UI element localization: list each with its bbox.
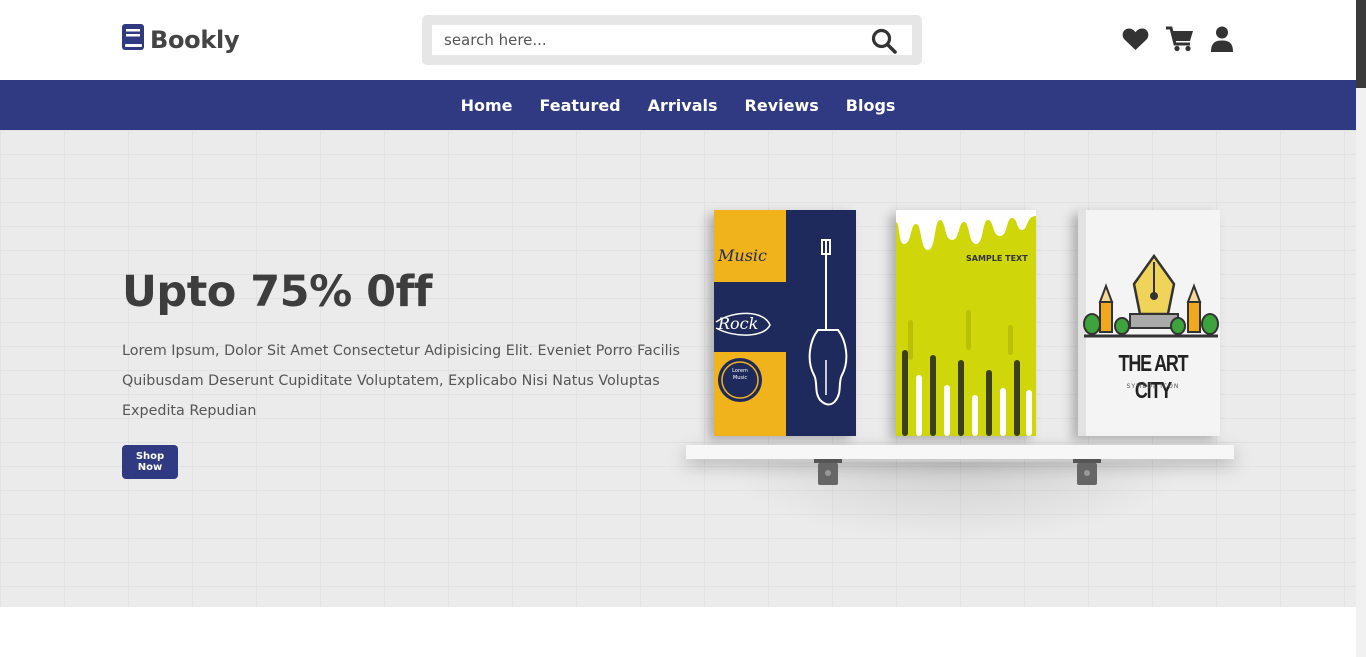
book-cover-music[interactable]: Music Rock Lorem Music [714, 210, 856, 436]
book-cover-sample[interactable]: SAMPLE TEXT [896, 210, 1036, 436]
scrollbar-thumb[interactable] [1356, 0, 1366, 88]
nav-item-featured[interactable]: Featured [539, 96, 620, 115]
user-icon[interactable] [1211, 26, 1233, 52]
nav-item-home[interactable]: Home [461, 96, 513, 115]
book-label-lorem-music: Lorem Music [732, 368, 748, 381]
book-label-rock: Rock [718, 314, 759, 333]
search-form [422, 15, 922, 65]
hero-description: Lorem Ipsum, Dolor Sit Amet Consectetur … [122, 343, 680, 419]
shelf-board [686, 445, 1234, 459]
header: Bookly [0, 0, 1356, 80]
brand-name: Bookly [150, 26, 240, 54]
hero-banner: Upto 75% 0ff Lorem Ipsum, Dolor Sit Amet… [0, 130, 1356, 607]
scrollbar[interactable] [1356, 0, 1366, 657]
book-label-symbol-icon: SYMBOL ICON [1126, 383, 1180, 390]
book-label-the-art-city: THE ART CITY [1118, 350, 1189, 403]
search-icon[interactable] [870, 27, 898, 55]
book-shelf: Music Rock Lorem Music SAMPLE TEXT THE A… [680, 200, 1240, 560]
shelf-bracket-icon [814, 459, 842, 485]
search-input[interactable] [432, 25, 912, 55]
book-cover-art-city[interactable]: THE ART CITY SYMBOL ICON [1078, 210, 1220, 436]
heart-icon[interactable] [1122, 27, 1149, 51]
logo[interactable]: Bookly [122, 24, 240, 56]
nav-item-blogs[interactable]: Blogs [846, 96, 896, 115]
shop-now-button[interactable]: Shop Now [122, 445, 178, 479]
shelf-bracket-icon [1073, 459, 1101, 485]
book-icon [122, 24, 144, 56]
shelf-shadow [720, 462, 1190, 542]
nav-item-reviews[interactable]: Reviews [745, 96, 819, 115]
nav-item-arrivals[interactable]: Arrivals [648, 96, 718, 115]
hero-title: Upto 75% 0ff [122, 267, 433, 317]
book-label-music: Music [718, 246, 767, 265]
header-icons [1122, 26, 1233, 52]
cart-icon[interactable] [1166, 26, 1194, 52]
main-nav: Home Featured Arrivals Reviews Blogs [0, 80, 1356, 130]
book-label-sample-text: SAMPLE TEXT [966, 254, 1028, 263]
page-bottom [0, 607, 1356, 657]
